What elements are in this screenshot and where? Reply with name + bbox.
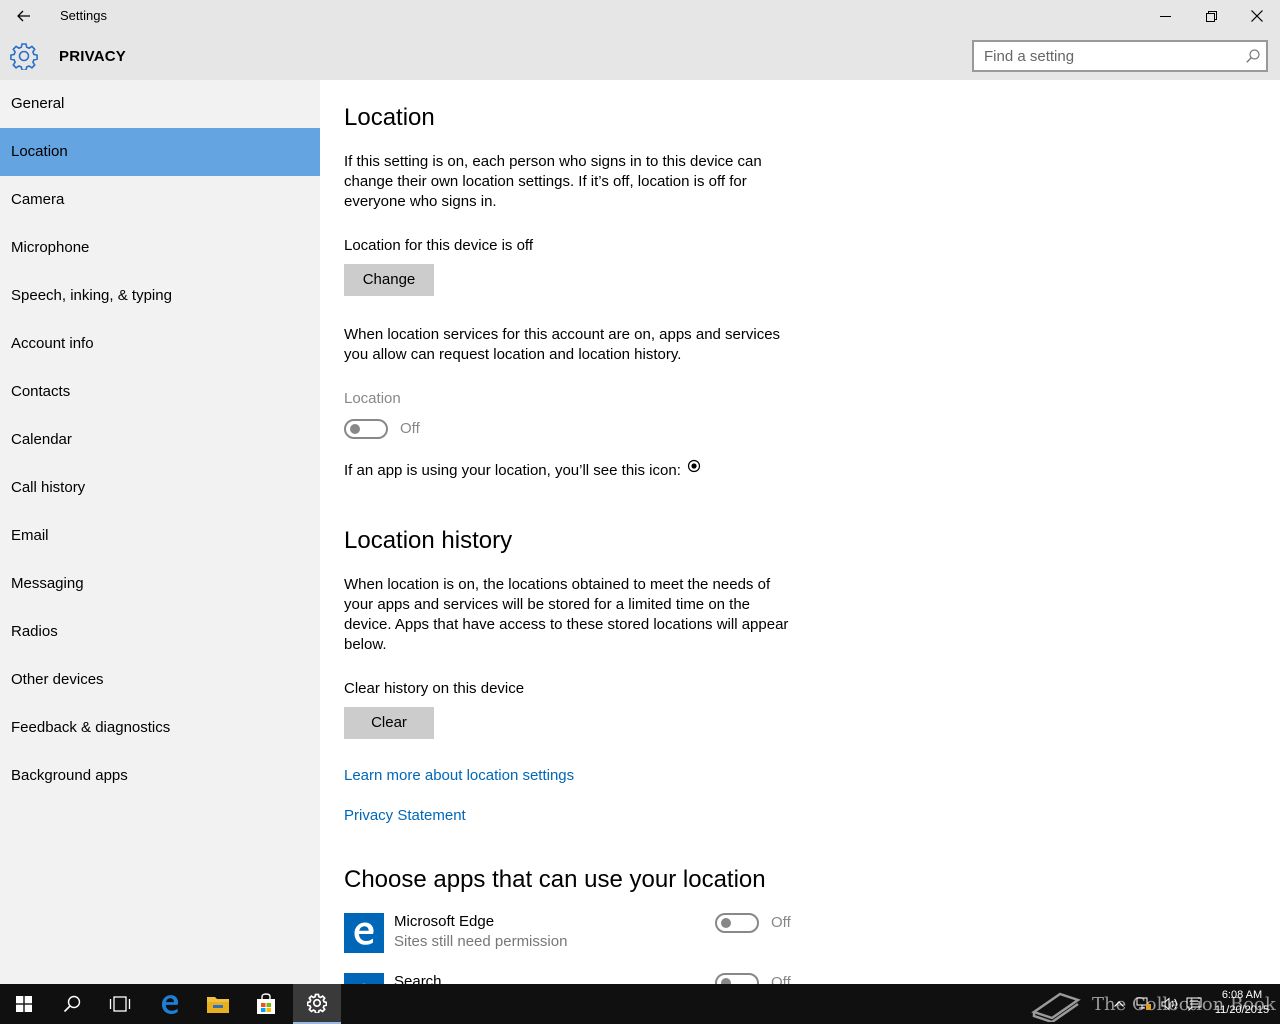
history-line-4: below. [344,636,387,653]
taskbar-store-button[interactable] [242,984,290,1024]
learn-more-link[interactable]: Learn more about location settings [344,767,574,784]
search-app-icon [344,973,384,984]
minimize-icon [1159,15,1171,17]
app-name-search: Search [394,973,442,984]
network-tray-button[interactable] [1132,984,1156,1024]
search-input[interactable]: Find a setting [972,40,1268,72]
clear-button[interactable]: Clear [344,707,434,739]
sidebar-item-call-history[interactable]: Call history [0,464,320,512]
privacy-statement-link[interactable]: Privacy Statement [344,807,466,824]
network-icon [1136,997,1151,1010]
history-line-2: your apps and services will be stored fo… [344,596,751,613]
action-center-button[interactable] [1182,984,1206,1024]
volume-tray-button[interactable] [1158,984,1182,1024]
page-title: PRIVACY [59,48,126,65]
restore-button[interactable] [1188,0,1234,32]
folder-icon [207,997,229,1013]
search-placeholder: Find a setting [984,48,1075,65]
taskbar-edge-button[interactable] [146,984,194,1024]
windows-logo-icon [16,996,32,1012]
taskbar-settings-button[interactable] [293,984,341,1024]
sidebar-item-microphone[interactable]: Microphone [0,224,320,272]
notification-icon [1186,997,1202,1011]
book-icon [1031,992,1081,1022]
search-location-toggle[interactable] [715,973,759,984]
settings-header: PRIVACY Find a setting [0,32,1280,80]
taskbar: The Collection Book 6:08 AM 11/20/2015 [0,984,1280,1024]
sidebar-item-location[interactable]: Location [0,128,320,176]
clock[interactable]: 6:08 AM 11/20/2015 [1210,988,1274,1018]
intro-line-1: If this setting is on, each person who s… [344,153,762,170]
chevron-up-icon [1114,1001,1124,1007]
gear-icon [307,993,327,1013]
back-arrow-icon [17,10,30,22]
window-title: Settings [60,8,107,23]
location-in-use-icon [687,459,701,473]
sidebar-item-contacts[interactable]: Contacts [0,368,320,416]
history-line-3: device. Apps that have access to these s… [344,616,789,633]
task-view-button[interactable] [96,984,144,1024]
store-icon [257,993,275,1014]
sidebar-item-messaging[interactable]: Messaging [0,560,320,608]
app-name-edge: Microsoft Edge [394,913,495,930]
sidebar-item-feedback[interactable]: Feedback & diagnostics [0,704,320,752]
taskbar-search-button[interactable] [48,984,96,1024]
taskbar-file-explorer-button[interactable] [194,984,242,1024]
search-icon[interactable] [1246,49,1260,63]
main-content: Location If this setting is on, each per… [320,80,1280,984]
edge-icon [354,922,374,945]
account-line-1: When location services for this account … [344,326,781,343]
clock-time: 6:08 AM [1221,989,1263,1001]
close-icon [1251,10,1263,22]
search-icon [63,995,81,1013]
history-line-1: When location is on, the locations obtai… [344,576,771,593]
sidebar-item-speech[interactable]: Speech, inking, & typing [0,272,320,320]
task-view-icon [109,996,131,1012]
edge-location-toggle[interactable] [715,913,759,933]
close-button[interactable] [1234,0,1280,32]
location-history-heading: Location history [344,527,513,554]
location-toggle-state: Off [400,420,420,437]
minimize-button[interactable] [1142,0,1188,32]
sidebar-item-background-apps[interactable]: Background apps [0,752,320,800]
back-button[interactable] [0,0,48,32]
gear-icon [10,43,38,70]
title-bar: Settings [0,0,1280,32]
choose-apps-heading: Choose apps that can use your location [344,866,766,893]
restore-icon [1205,10,1217,22]
sidebar-item-account-info[interactable]: Account info [0,320,320,368]
sidebar: General Location Camera Microphone Speec… [0,80,320,984]
change-button[interactable]: Change [344,264,434,296]
volume-icon [1161,997,1177,1011]
sidebar-item-radios[interactable]: Radios [0,608,320,656]
icon-note: If an app is using your location, you’ll… [344,459,944,481]
sidebar-item-general[interactable]: General [0,80,320,128]
edge-app-icon [344,913,384,953]
sidebar-item-email[interactable]: Email [0,512,320,560]
icon-note-text: If an app is using your location, you’ll… [344,462,681,479]
app-subtitle-edge: Sites still need permission [394,933,568,950]
clock-date: 11/20/2015 [1214,1004,1270,1016]
show-hidden-icons-button[interactable] [1110,984,1128,1024]
sidebar-item-other-devices[interactable]: Other devices [0,656,320,704]
intro-line-3: everyone who signs in. [344,193,497,210]
search-toggle-state: Off [771,974,791,984]
clear-history-label: Clear history on this device [344,680,525,697]
account-line-2: you allow can request location and locat… [344,346,682,363]
location-toggle-label: Location [344,390,401,407]
edge-toggle-state: Off [771,914,791,931]
start-button[interactable] [0,984,48,1024]
intro-line-2: change their own location settings. If i… [344,173,747,190]
location-toggle[interactable] [344,419,388,439]
sidebar-item-calendar[interactable]: Calendar [0,416,320,464]
location-heading: Location [344,104,435,131]
edge-icon [161,995,179,1014]
sidebar-item-camera[interactable]: Camera [0,176,320,224]
device-location-status: Location for this device is off [344,237,533,254]
